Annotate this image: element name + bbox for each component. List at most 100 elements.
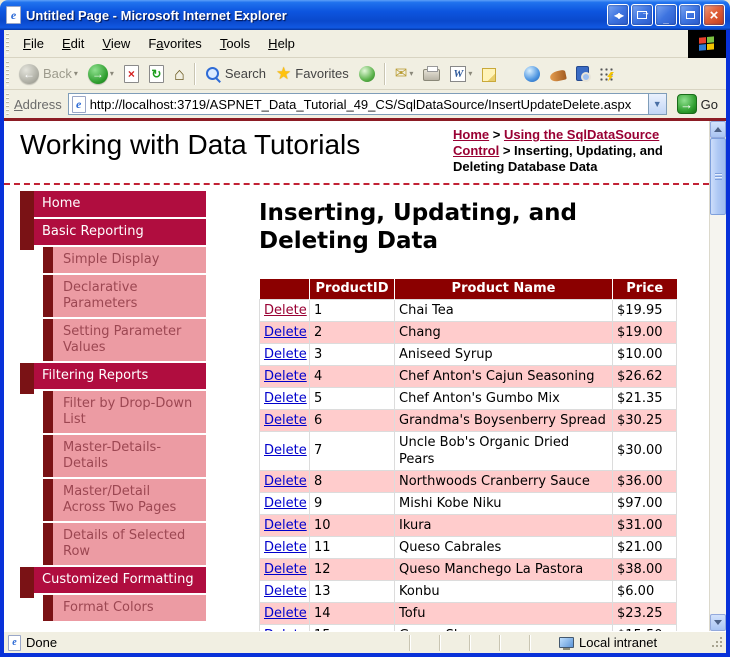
product-price: $30.00 bbox=[612, 430, 677, 471]
home-button[interactable]: ⌂ bbox=[169, 60, 190, 88]
sidebar-item-master-details-details[interactable]: Master-Details-Details bbox=[43, 435, 206, 477]
address-field[interactable]: e http://localhost:3719/ASPNET_Data_Tuto… bbox=[67, 93, 667, 115]
sidebar-item-home[interactable]: Home bbox=[20, 191, 206, 222]
product-name: Ikura bbox=[394, 513, 613, 537]
products-table: ProductID Product Name Price Delete 1 Chai T… bbox=[259, 279, 677, 631]
menu-help[interactable]: Help bbox=[259, 32, 304, 55]
back-dropdown-icon[interactable]: ▾ bbox=[74, 69, 78, 78]
delete-link[interactable]: Delete bbox=[264, 443, 307, 458]
menu-edit[interactable]: Edit bbox=[53, 32, 93, 55]
sidebar-item-master-detail-across-two-pages[interactable]: Master/Detail Across Two Pages bbox=[43, 479, 206, 521]
product-name: Konbu bbox=[394, 579, 613, 603]
sidebar-item-label: Declarative Parameters bbox=[63, 280, 138, 311]
product-id: 2 bbox=[309, 320, 395, 344]
table-header-row: ProductID Product Name Price bbox=[259, 279, 677, 299]
delete-link[interactable]: Delete bbox=[264, 540, 307, 555]
messenger-button[interactable] bbox=[519, 60, 545, 88]
scroll-up-button[interactable] bbox=[710, 121, 726, 138]
discuss-button[interactable] bbox=[477, 60, 501, 88]
table-row: Delete15Genen Shouyu$15.50 bbox=[259, 623, 677, 631]
delete-link[interactable]: Delete bbox=[264, 474, 307, 489]
minimize-button[interactable]: _ bbox=[655, 4, 677, 26]
edit-word-button[interactable]: W ▾ bbox=[445, 60, 477, 88]
delete-link[interactable]: Delete bbox=[264, 369, 307, 384]
breadcrumb: Home > Using the SqlDataSource Control >… bbox=[453, 127, 663, 174]
product-name: Northwoods Cranberry Sauce bbox=[394, 469, 613, 493]
statusbar-divider bbox=[409, 634, 411, 651]
media-button[interactable] bbox=[354, 60, 380, 88]
delete-link[interactable]: Delete bbox=[264, 303, 307, 318]
product-price: $30.25 bbox=[612, 408, 677, 432]
mail-button[interactable]: ✉ ▾ bbox=[390, 60, 419, 88]
resize-grip[interactable] bbox=[711, 636, 724, 650]
vertical-scrollbar[interactable] bbox=[709, 121, 726, 631]
close-button[interactable]: × bbox=[703, 4, 725, 26]
delete-link[interactable]: Delete bbox=[264, 325, 307, 340]
scroll-down-button[interactable] bbox=[710, 614, 726, 631]
menu-tools[interactable]: Tools bbox=[211, 32, 259, 55]
companion-button[interactable] bbox=[545, 60, 571, 88]
delete-link[interactable]: Delete bbox=[264, 413, 307, 428]
sidebar-item-label: Details of Selected Row bbox=[63, 528, 186, 559]
go-arrow-icon: → bbox=[676, 94, 697, 114]
menu-view[interactable]: View bbox=[93, 32, 139, 55]
security-zone: Local intranet bbox=[559, 635, 709, 650]
page-content: Working with Data Tutorials Home > Using… bbox=[4, 121, 709, 631]
delete-link[interactable]: Delete bbox=[264, 347, 307, 362]
address-dropdown-button[interactable]: ▼ bbox=[647, 94, 666, 114]
edit-dropdown-icon[interactable]: ▾ bbox=[468, 69, 472, 78]
research-button[interactable] bbox=[571, 60, 594, 88]
refresh-button[interactable]: ↻ bbox=[144, 60, 169, 88]
column-header: ProductID bbox=[309, 279, 395, 299]
sidebar-item-label: Master-Details-Details bbox=[63, 440, 162, 471]
sidebar-item-label: Customized Formatting bbox=[42, 572, 194, 587]
sidebar-item-details-of-selected-row[interactable]: Details of Selected Row bbox=[43, 523, 206, 565]
quicklinks-button[interactable] bbox=[594, 60, 618, 88]
mail-dropdown-icon[interactable]: ▾ bbox=[409, 69, 413, 78]
scrollbar-thumb[interactable] bbox=[710, 138, 726, 215]
delete-link[interactable]: Delete bbox=[264, 496, 307, 511]
go-button[interactable]: → Go bbox=[673, 94, 722, 114]
delete-link[interactable]: Delete bbox=[264, 606, 307, 621]
sidebar-item-label: Basic Reporting bbox=[42, 224, 144, 239]
toolbar-grip[interactable] bbox=[6, 32, 9, 55]
search-button[interactable]: Search bbox=[200, 60, 271, 88]
delete-link[interactable]: Delete bbox=[264, 584, 307, 599]
sidebar-item-setting-parameter-values[interactable]: Setting Parameter Values bbox=[43, 319, 206, 361]
sidebar-item-filter-by-drop-down-list[interactable]: Filter by Drop-Down List bbox=[43, 391, 206, 433]
address-input[interactable]: http://localhost:3719/ASPNET_Data_Tutori… bbox=[90, 97, 648, 112]
menu-file[interactable]: File bbox=[14, 32, 53, 55]
toolbar-grip[interactable] bbox=[6, 61, 9, 86]
table-row: Delete 4 Chef Anton's Cajun Seasoning $26.6… bbox=[259, 364, 677, 388]
forward-dropdown-icon[interactable]: ▾ bbox=[110, 69, 114, 78]
sidebar-item-simple-display[interactable]: Simple Display bbox=[43, 247, 206, 273]
sidebar-item-customized-formatting[interactable]: Customized Formatting bbox=[20, 567, 206, 598]
product-price: $10.00 bbox=[612, 342, 677, 366]
sidebar-item-format-colors[interactable]: Format Colors bbox=[43, 595, 206, 621]
favorites-button[interactable]: ★ Favorites bbox=[271, 60, 354, 88]
sidebar-item-filtering-reports[interactable]: Filtering Reports bbox=[20, 363, 206, 394]
print-button[interactable] bbox=[418, 60, 445, 88]
toolbar-grip[interactable] bbox=[6, 92, 9, 116]
delete-link[interactable]: Delete bbox=[264, 518, 307, 533]
delete-link[interactable]: Delete bbox=[264, 391, 307, 406]
page-header: Working with Data Tutorials Home > Using… bbox=[4, 121, 709, 185]
pan-arrows-button[interactable]: ◀▶ bbox=[607, 4, 629, 26]
bird-icon bbox=[549, 68, 568, 83]
menu-favorites[interactable]: Favorites bbox=[139, 32, 210, 55]
product-price: $15.50 bbox=[612, 623, 677, 631]
product-price: $31.00 bbox=[612, 513, 677, 537]
back-button[interactable]: ← Back ▾ bbox=[14, 60, 83, 88]
stop-button[interactable]: × bbox=[119, 60, 144, 88]
maximize-button[interactable] bbox=[679, 4, 701, 26]
sidebar-item-declarative-parameters[interactable]: Declarative Parameters bbox=[43, 275, 206, 317]
sidebar-item-basic-reporting[interactable]: Basic Reporting bbox=[20, 219, 206, 250]
research-icon bbox=[576, 66, 592, 82]
popout-button[interactable] bbox=[631, 4, 653, 26]
table-row: Delete 6 Grandma's Boysenberry Spread $30.2… bbox=[259, 408, 677, 432]
product-id: 3 bbox=[309, 342, 395, 366]
breadcrumb-link-home[interactable]: Home bbox=[453, 127, 489, 142]
forward-button[interactable]: → ▾ bbox=[83, 60, 119, 88]
delete-link[interactable]: Delete bbox=[264, 562, 307, 577]
sidebar-item-label: Simple Display bbox=[63, 252, 160, 267]
